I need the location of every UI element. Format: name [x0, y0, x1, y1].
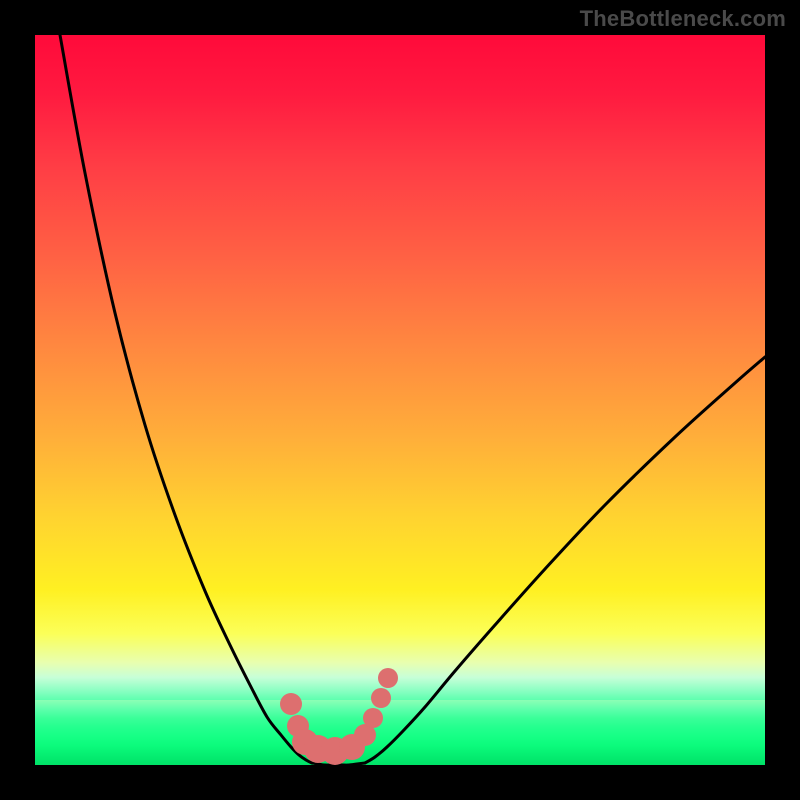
valley-marker — [280, 693, 302, 715]
bottleneck-curve — [60, 35, 765, 765]
series-right-branch — [365, 357, 765, 763]
watermark-text: TheBottleneck.com — [580, 6, 786, 32]
series-left-branch — [60, 35, 312, 763]
valley-marker — [378, 668, 398, 688]
plot-area — [35, 35, 765, 765]
curve-layer — [35, 35, 765, 765]
valley-marker — [371, 688, 391, 708]
valley-marker — [363, 708, 383, 728]
chart-frame: TheBottleneck.com — [0, 0, 800, 800]
marker-group — [280, 668, 398, 765]
